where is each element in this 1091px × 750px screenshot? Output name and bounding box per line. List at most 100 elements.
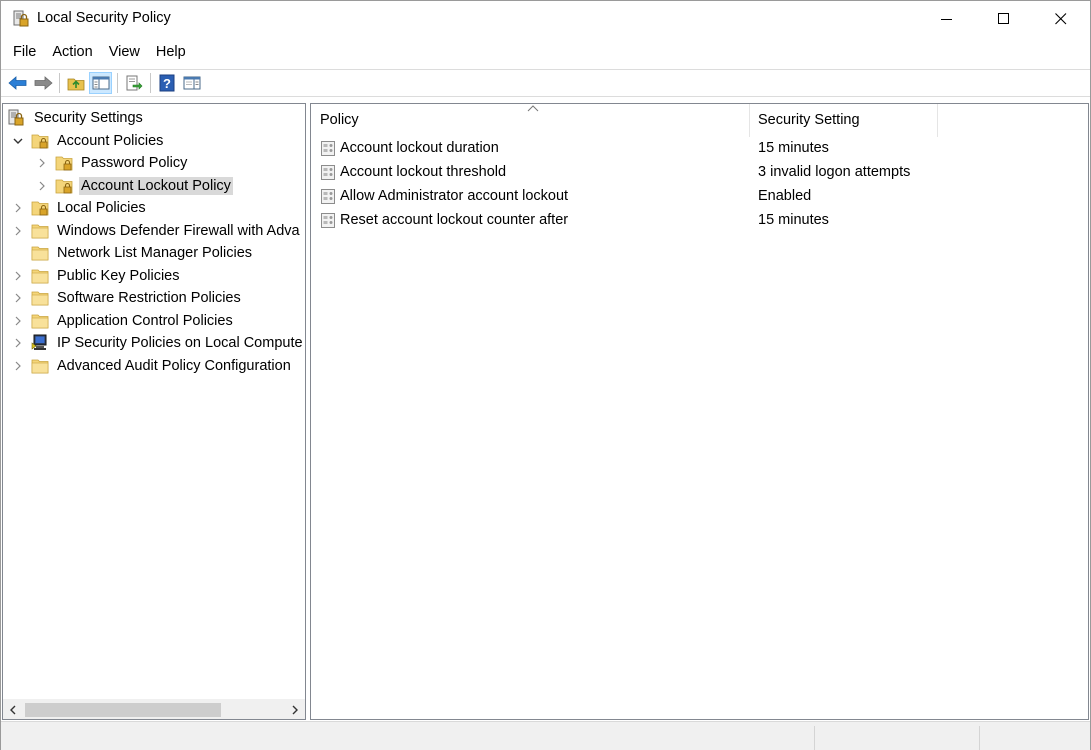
- column-header-security-setting[interactable]: Security Setting: [749, 104, 937, 137]
- tree-item-network-list-manager-policies[interactable]: Network List Manager Policies: [11, 242, 254, 264]
- chevron-right-icon[interactable]: [11, 336, 25, 350]
- chevron-right-icon[interactable]: [11, 201, 25, 215]
- show-hide-console-tree-button[interactable]: [89, 72, 112, 94]
- tree-item-label: Network List Manager Policies: [57, 245, 253, 261]
- column-header-policy[interactable]: Policy: [311, 104, 749, 137]
- scroll-thumb[interactable]: [25, 703, 221, 717]
- scroll-left-button[interactable]: [3, 700, 23, 719]
- menu-bar: File Action View Help: [1, 40, 1090, 64]
- policy-setting-icon: [321, 189, 335, 204]
- tree-item-application-control-policies[interactable]: Application Control Policies: [11, 310, 235, 332]
- forward-button[interactable]: [31, 72, 54, 94]
- tree-item-password-policy[interactable]: Password Policy: [35, 152, 189, 174]
- back-button[interactable]: [6, 72, 29, 94]
- close-button[interactable]: [1032, 1, 1089, 37]
- export-list-icon: [126, 75, 142, 91]
- tree-item-label: Password Policy: [81, 155, 188, 171]
- tree-item-ip-security-policies[interactable]: IP Security Policies on Local Compute: [11, 332, 305, 354]
- policy-setting-value: Enabled: [758, 188, 812, 204]
- tree-item-account-lockout-policy[interactable]: Account Lockout Policy: [35, 175, 233, 197]
- chevron-down-icon[interactable]: [11, 134, 25, 148]
- tree-item-windows-defender-firewall[interactable]: Windows Defender Firewall with Adva: [11, 220, 302, 242]
- folder-icon: [31, 267, 49, 285]
- menu-view[interactable]: View: [101, 40, 148, 64]
- help-button[interactable]: ?: [155, 72, 178, 94]
- tree-item-label: Software Restriction Policies: [57, 290, 241, 306]
- folder-icon: [31, 312, 49, 330]
- no-expander: [11, 246, 25, 260]
- tree-item-label: Application Control Policies: [57, 313, 233, 329]
- up-one-level-button[interactable]: [64, 72, 87, 94]
- show-hide-tree-icon: [92, 76, 109, 90]
- console-tree[interactable]: Security Settings Account Policies Passw…: [2, 103, 306, 720]
- export-list-button[interactable]: [122, 72, 145, 94]
- menu-action[interactable]: Action: [44, 40, 100, 64]
- svg-text:?: ?: [163, 76, 171, 91]
- policy-setting-icon: [321, 141, 335, 156]
- list-header: Policy Security Setting: [311, 104, 1088, 137]
- tree-item-advanced-audit-policy[interactable]: Advanced Audit Policy Configuration: [11, 355, 293, 377]
- tree-item-software-restriction-policies[interactable]: Software Restriction Policies: [11, 287, 243, 309]
- chevron-right-icon: [292, 705, 298, 714]
- chevron-right-icon[interactable]: [35, 156, 49, 170]
- tree-item-label: Security Settings: [34, 110, 143, 126]
- tree-item-label: Account Lockout Policy: [79, 177, 233, 195]
- menu-file[interactable]: File: [5, 40, 44, 64]
- tree-item-label: Advanced Audit Policy Configuration: [57, 358, 291, 374]
- up-folder-icon: [67, 78, 84, 91]
- policy-row[interactable]: Account lockout duration 15 minutes: [311, 137, 1088, 161]
- horizontal-scrollbar[interactable]: [3, 699, 305, 719]
- chevron-right-icon[interactable]: [11, 359, 25, 373]
- tree-item-account-policies[interactable]: Account Policies: [11, 130, 165, 152]
- chevron-right-icon[interactable]: [11, 224, 25, 238]
- policy-row[interactable]: Reset account lockout counter after 15 m…: [311, 209, 1088, 233]
- tree-item-label: Local Policies: [57, 200, 146, 216]
- folder-icon: [31, 289, 49, 307]
- security-policy-icon: [12, 10, 30, 28]
- minimize-button[interactable]: [918, 1, 975, 37]
- toolbar-separator: [117, 73, 118, 93]
- title-bar: Local Security Policy: [1, 1, 1090, 38]
- chevron-left-icon: [10, 705, 16, 714]
- chevron-right-icon[interactable]: [11, 314, 25, 328]
- maximize-button[interactable]: [975, 1, 1032, 37]
- policy-name: Account lockout threshold: [340, 164, 507, 180]
- ip-security-icon: [31, 334, 49, 352]
- policy-setting-value: 3 invalid logon attempts: [758, 164, 911, 180]
- chevron-right-icon[interactable]: [11, 269, 25, 283]
- toolbar-separator: [59, 73, 60, 93]
- help-icon: ?: [159, 74, 174, 92]
- show-hide-action-pane-button[interactable]: [180, 72, 203, 94]
- locked-folder-icon: [55, 154, 73, 172]
- policy-name: Reset account lockout counter after: [340, 212, 569, 228]
- policy-name: Account lockout duration: [340, 140, 499, 156]
- folder-icon: [31, 244, 49, 262]
- chevron-right-icon[interactable]: [11, 291, 25, 305]
- policy-row[interactable]: Account lockout threshold 3 invalid logo…: [311, 161, 1088, 185]
- properties-pane-icon: [183, 76, 200, 90]
- chevron-right-icon[interactable]: [35, 179, 49, 193]
- policy-list-view[interactable]: Policy Security Setting Account lockout …: [310, 103, 1089, 720]
- window-title: Local Security Policy: [37, 10, 171, 26]
- toolbar: ?: [1, 69, 1090, 97]
- locked-folder-icon: [31, 199, 49, 217]
- policy-row[interactable]: Allow Administrator account lockout Enab…: [311, 185, 1088, 209]
- policy-setting-value: 15 minutes: [758, 140, 829, 156]
- tree-item-label: Public Key Policies: [57, 268, 180, 284]
- policy-setting-icon: [321, 213, 335, 228]
- folder-icon: [31, 357, 49, 375]
- tree-item-local-policies[interactable]: Local Policies: [11, 197, 148, 219]
- local-security-policy-window: Local Security Policy File Action View H…: [0, 0, 1091, 750]
- status-bar-divider: [814, 726, 815, 750]
- column-divider[interactable]: [937, 104, 938, 137]
- forward-arrow-icon: [34, 76, 53, 90]
- tree-item-label: Account Policies: [57, 133, 164, 149]
- back-arrow-icon: [7, 76, 26, 90]
- tree-item-label: Windows Defender Firewall with Adva: [57, 223, 300, 239]
- toolbar-separator: [150, 73, 151, 93]
- menu-help[interactable]: Help: [148, 40, 194, 64]
- security-settings-icon: [8, 109, 26, 127]
- scroll-right-button[interactable]: [285, 700, 305, 719]
- tree-item-security-settings[interactable]: Security Settings: [8, 107, 145, 129]
- tree-item-public-key-policies[interactable]: Public Key Policies: [11, 265, 182, 287]
